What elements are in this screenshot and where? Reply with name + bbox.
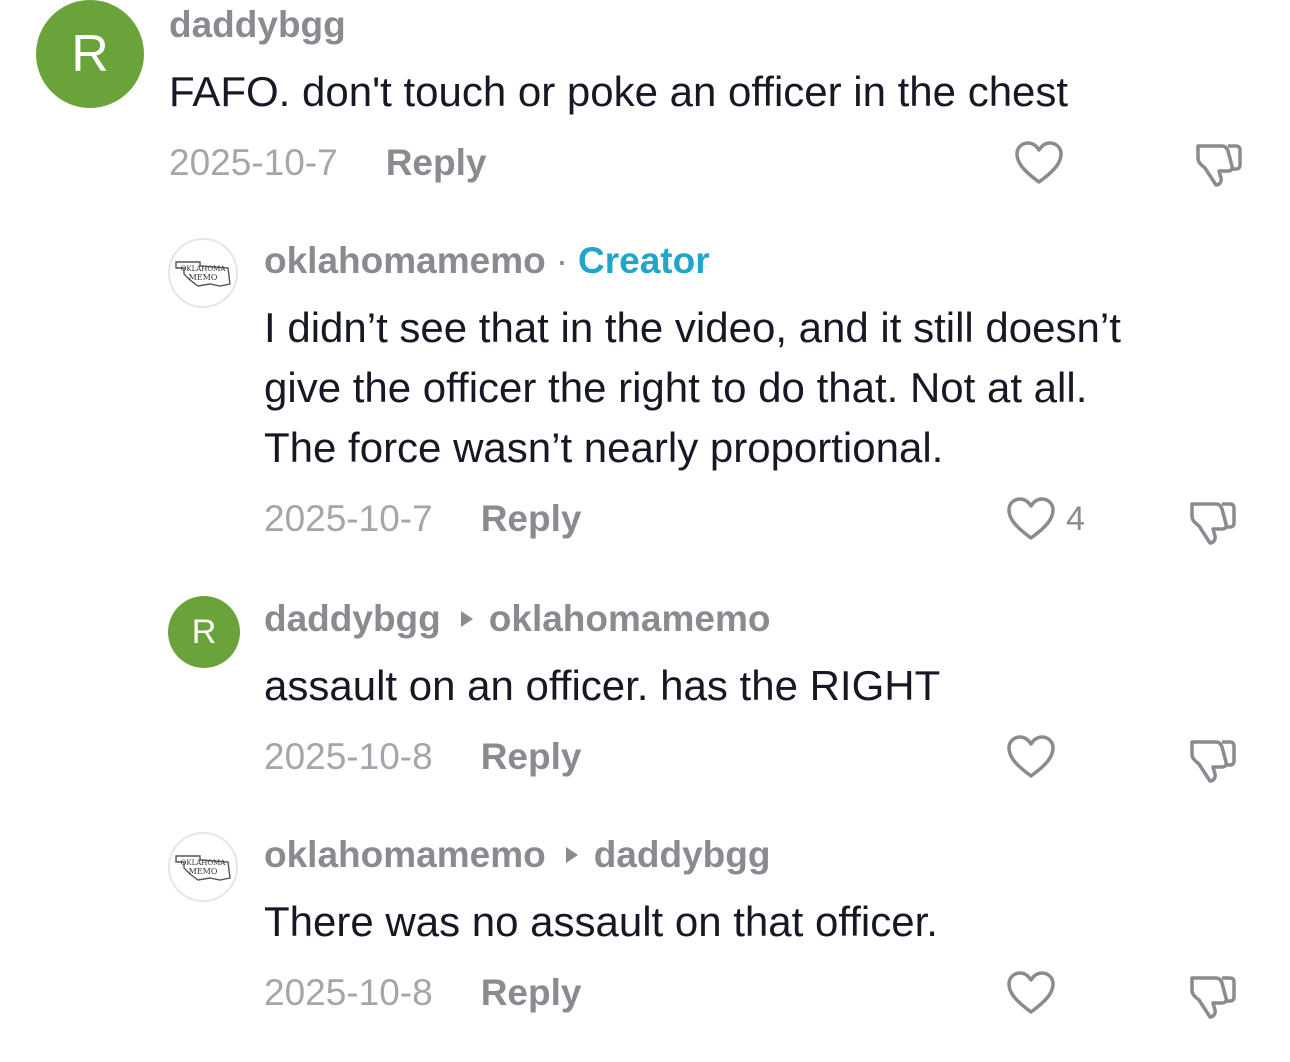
username[interactable]: daddybgg — [264, 598, 441, 640]
comment-text: There was no assault on that officer. — [264, 892, 938, 952]
reply-button[interactable]: Reply — [481, 498, 582, 540]
thumbs-down-icon — [1190, 976, 1236, 1019]
svg-text:OKLAHOMA: OKLAHOMA — [181, 859, 227, 867]
like-button[interactable] — [1014, 140, 1074, 186]
avatar[interactable]: R — [168, 596, 240, 668]
like-button[interactable]: 4 — [1006, 496, 1085, 542]
dislike-button[interactable] — [1186, 972, 1238, 1020]
comment-date: 2025-10-8 — [264, 736, 433, 777]
comment-meta: 2025-10-8 Reply — [264, 736, 581, 778]
reply-to-username[interactable]: daddybgg — [594, 834, 771, 876]
comment-item: OKLAHOMA MEMO oklahomamemo · Creator I d… — [0, 230, 1290, 570]
like-button[interactable] — [1006, 734, 1066, 780]
comment-meta: 2025-10-8 Reply — [264, 972, 581, 1014]
comment-text: assault on an officer. has the RIGHT — [264, 656, 940, 716]
reply-arrow-icon — [460, 611, 473, 627]
reply-button[interactable]: Reply — [386, 142, 487, 184]
username-row: oklahomamemo daddybgg — [264, 834, 770, 876]
username-row: daddybgg oklahomamemo — [264, 598, 770, 640]
dislike-button[interactable] — [1192, 140, 1244, 188]
svg-text:MEMO: MEMO — [189, 867, 218, 876]
username[interactable]: oklahomamemo — [264, 240, 546, 282]
username-row: daddybgg — [169, 4, 346, 46]
comment-meta: 2025-10-7 Reply — [264, 498, 581, 540]
comment-item: OKLAHOMA MEMO oklahomamemo daddybgg Ther… — [0, 828, 1290, 1048]
comment-text: FAFO. don't touch or poke an officer in … — [169, 62, 1068, 122]
comment-text: I didn’t see that in the video, and it s… — [264, 298, 1121, 478]
dislike-button[interactable] — [1186, 498, 1238, 546]
comment-meta: 2025-10-7 Reply — [169, 142, 486, 184]
separator: · — [555, 240, 569, 281]
oklahoma-memo-logo: OKLAHOMA MEMO — [175, 855, 231, 881]
comment-item: R daddybgg oklahomamemo assault on an of… — [0, 590, 1290, 810]
comment-date: 2025-10-7 — [169, 142, 338, 183]
like-button[interactable] — [1006, 970, 1066, 1016]
heart-icon — [1015, 141, 1063, 184]
thumbs-down-icon — [1196, 144, 1242, 187]
reply-arrow-icon — [565, 847, 578, 863]
heart-icon — [1007, 497, 1055, 540]
avatar[interactable]: OKLAHOMA MEMO — [168, 832, 238, 902]
comment-item: R daddybgg FAFO. don't touch or poke an … — [0, 0, 1290, 220]
heart-icon — [1007, 735, 1055, 778]
svg-text:OKLAHOMA: OKLAHOMA — [181, 265, 227, 273]
comment-text-line: give the officer the right to do that. N… — [264, 364, 1088, 411]
username[interactable]: daddybgg — [169, 4, 346, 46]
avatar-letter: R — [71, 25, 109, 83]
comment-text-line: I didn’t see that in the video, and it s… — [264, 304, 1121, 351]
thumbs-down-icon — [1190, 740, 1236, 783]
reply-button[interactable]: Reply — [481, 736, 582, 778]
comment-date: 2025-10-8 — [264, 972, 433, 1013]
dislike-button[interactable] — [1186, 736, 1238, 784]
heart-icon — [1007, 971, 1055, 1014]
avatar[interactable]: R — [36, 0, 144, 108]
comment-text-line: There was no assault on that officer. — [264, 898, 938, 945]
username[interactable]: oklahomamemo — [264, 834, 546, 876]
comment-text-line: assault on an officer. has the RIGHT — [264, 662, 941, 709]
reply-to-username[interactable]: oklahomamemo — [489, 598, 771, 640]
avatar[interactable]: OKLAHOMA MEMO — [168, 238, 238, 308]
svg-text:MEMO: MEMO — [189, 273, 218, 282]
username-row: oklahomamemo · Creator — [264, 240, 710, 282]
comment-text-line: FAFO. don't touch or poke an officer in … — [169, 68, 1069, 115]
comment-text-line: The force wasn’t nearly proportional. — [264, 424, 944, 471]
comment-date: 2025-10-7 — [264, 498, 433, 539]
oklahoma-memo-logo: OKLAHOMA MEMO — [175, 261, 231, 287]
creator-badge: Creator — [578, 240, 710, 281]
avatar-letter: R — [191, 612, 217, 651]
reply-button[interactable]: Reply — [481, 972, 582, 1014]
like-count: 4 — [1066, 499, 1085, 538]
thumbs-down-icon — [1190, 502, 1236, 545]
